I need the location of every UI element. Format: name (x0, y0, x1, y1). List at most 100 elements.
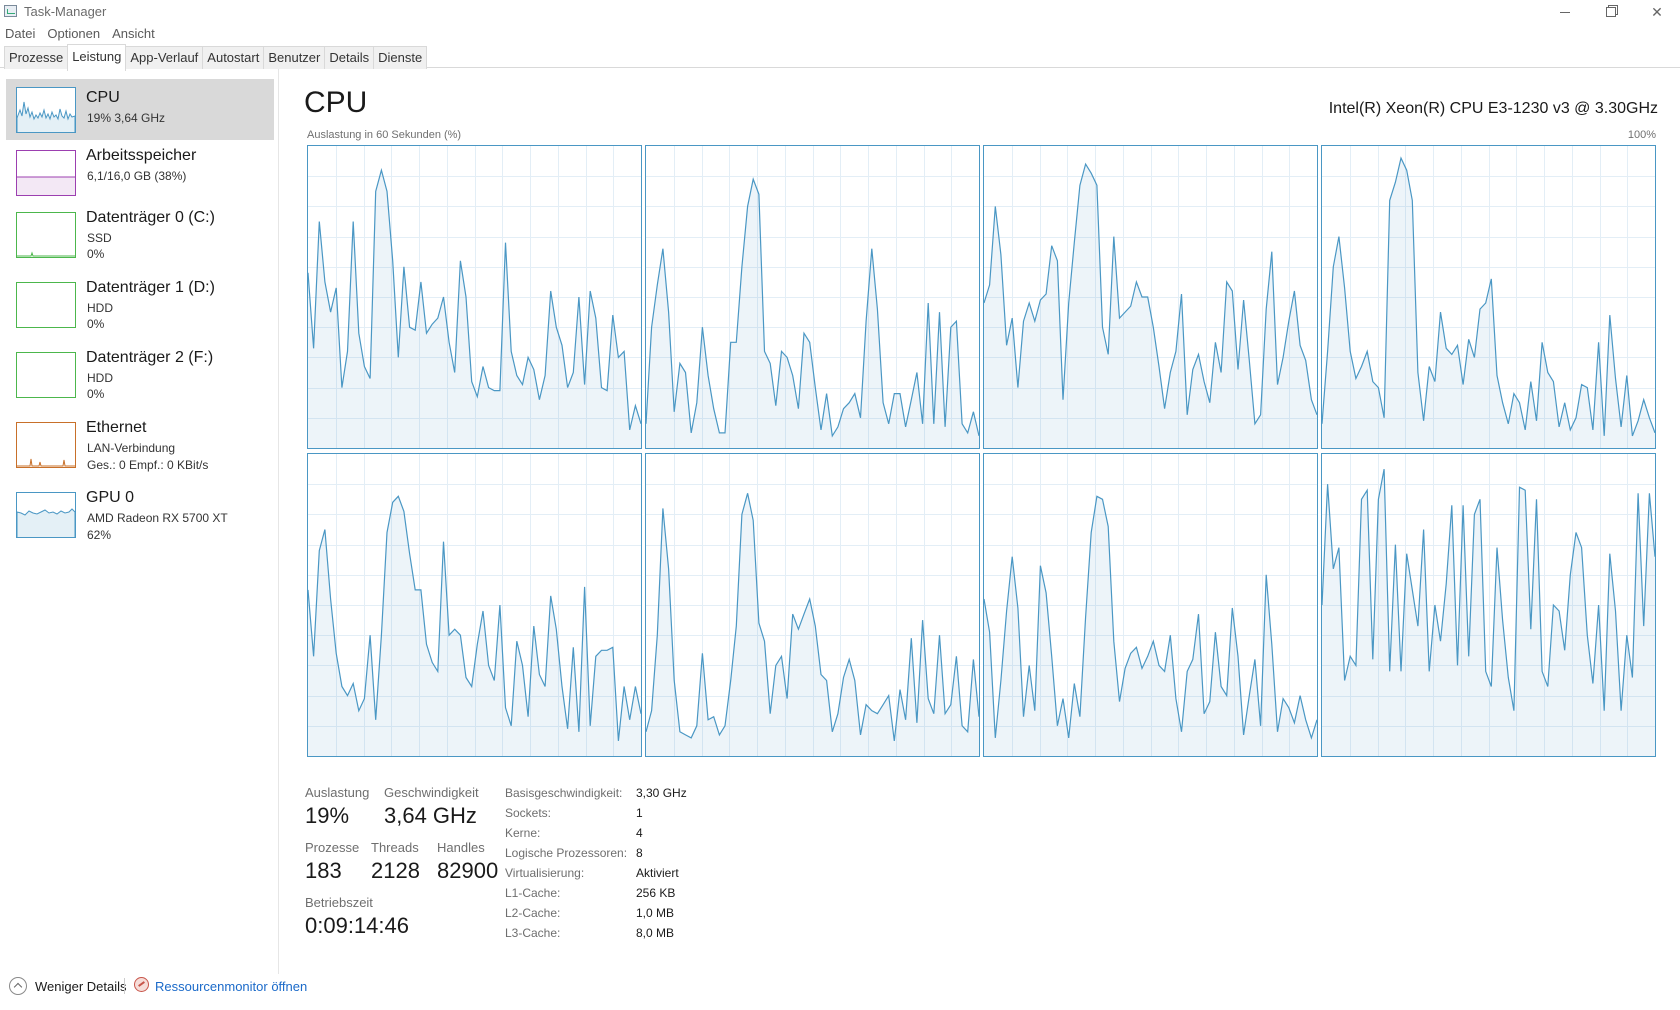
sidebar-disk-2-name: Datenträger 2 (F:) (86, 349, 214, 366)
core-graph-3 (1321, 145, 1656, 449)
sidebar-disk-1-type: HDD (87, 301, 113, 315)
core-graph-svg-1 (646, 146, 979, 448)
performance-sidebar: CPU 19% 3,64 GHz Arbeitsspeicher 6,1/16,… (0, 69, 279, 974)
core-graph-1 (645, 145, 980, 449)
core-area-3 (1322, 158, 1655, 448)
threads-label: Threads (371, 840, 419, 855)
core-graph-svg-5 (646, 454, 979, 756)
resource-monitor-link[interactable]: Ressourcenmonitor öffnen (155, 979, 307, 994)
l3-cache-value: 8,0 MB (636, 926, 675, 940)
sidebar-memory-usage: 6,1/16,0 GB (38%) (87, 169, 187, 183)
graph-max-label: 100% (1627, 129, 1656, 141)
virtualization-value: Aktiviert (636, 866, 679, 880)
sidebar-ethernet-type: LAN-Verbindung (87, 441, 176, 455)
core-graph-svg-2 (984, 146, 1317, 448)
core-graph-7 (1321, 453, 1656, 757)
core-area-6 (984, 496, 1317, 756)
base-speed-value: 3,30 GHz (636, 786, 687, 800)
menu-optionen[interactable]: Optionen (41, 24, 106, 44)
tab-app-verlauf[interactable]: App-Verlauf (125, 46, 204, 69)
sidebar-item-disk-0[interactable]: Datenträger 0 (C:) SSD 0% (6, 209, 274, 275)
core-graph-svg-7 (1322, 454, 1655, 756)
window-title: Task-Manager (24, 4, 107, 19)
graph-caption: Auslastung in 60 Sekunden (%) (307, 129, 462, 141)
utilization-value: 19% (305, 803, 350, 828)
footer-bar: Weniger Details Ressourcenmonitor öffnen (0, 974, 1680, 1010)
sidebar-disk-0-type: SSD (87, 231, 112, 245)
speed-value: 3,64 GHz (384, 803, 477, 828)
sidebar-disk-0-usage: 0% (87, 247, 105, 261)
handles-value: 82900 (437, 858, 499, 883)
sidebar-cpu-usage: 19% 3,64 GHz (87, 111, 166, 125)
chevron-up-icon[interactable] (9, 977, 27, 995)
tab-prozesse[interactable]: Prozesse (4, 46, 69, 69)
gpu-thumbnail-graph (16, 492, 76, 538)
cpu-thumbnail-graph (16, 87, 76, 133)
sidebar-gpu-model: AMD Radeon RX 5700 XT (87, 511, 228, 525)
tab-bar: Prozesse Leistung App-Verlauf Autostart … (0, 44, 1680, 71)
sidebar-item-memory[interactable]: Arbeitsspeicher 6,1/16,0 GB (38%) (6, 147, 274, 208)
handles-label: Handles (437, 840, 485, 855)
sidebar-ethernet-throughput: Ges.: 0 Empf.: 0 KBit/s (87, 458, 209, 472)
sockets-label: Sockets: (505, 806, 552, 820)
sidebar-item-cpu[interactable]: CPU 19% 3,64 GHz (6, 79, 274, 140)
l2-cache-label: L2-Cache: (505, 906, 561, 920)
sidebar-cpu-name: CPU (86, 89, 120, 106)
l1-cache-label: L1-Cache: (505, 886, 561, 900)
core-graph-6 (983, 453, 1318, 757)
restore-icon[interactable] (1588, 0, 1634, 24)
close-icon[interactable]: ✕ (1634, 0, 1680, 24)
logical-processors-label: Logische Prozessoren: (505, 846, 628, 860)
sidebar-disk-0-name: Datenträger 0 (C:) (86, 209, 215, 226)
title-bar: Task-Manager ✕ (0, 0, 1680, 24)
footer-divider (124, 978, 125, 994)
tab-leistung[interactable]: Leistung (67, 44, 127, 71)
task-manager-icon (4, 5, 17, 17)
memory-thumbnail-graph (16, 150, 76, 196)
processes-label: Prozesse (305, 840, 360, 855)
menu-ansicht[interactable]: Ansicht (106, 24, 161, 44)
resource-monitor-icon (134, 977, 149, 992)
menu-datei[interactable]: Datei (0, 24, 41, 44)
core-graph-svg-6 (984, 454, 1317, 756)
page-title: CPU (304, 86, 368, 119)
virtualization-label: Virtualisierung: (505, 866, 585, 880)
sidebar-gpu-usage: 62% (87, 528, 112, 542)
disk-1-thumbnail-graph (16, 282, 76, 328)
core-graph-svg-3 (1322, 146, 1655, 448)
disk-2-thumbnail-graph (16, 352, 76, 398)
core-graph-0 (307, 145, 642, 449)
cpu-model-name: Intel(R) Xeon(R) CPU E3-1230 v3 @ 3.30GH… (1328, 100, 1658, 117)
core-graph-svg-4 (308, 454, 641, 756)
sidebar-disk-2-type: HDD (87, 371, 113, 385)
core-graph-5 (645, 453, 980, 757)
l2-cache-value: 1,0 MB (636, 906, 675, 920)
sidebar-disk-2-usage: 0% (87, 387, 105, 401)
sidebar-item-ethernet[interactable]: Ethernet LAN-Verbindung Ges.: 0 Empf.: 0… (6, 419, 274, 485)
tab-autostart[interactable]: Autostart (202, 46, 265, 69)
l3-cache-label: L3-Cache: (505, 926, 561, 940)
sidebar-disk-1-name: Datenträger 1 (D:) (86, 279, 215, 296)
logical-processors-value: 8 (636, 846, 643, 860)
cores-label: Kerne: (505, 826, 541, 840)
tab-details[interactable]: Details (324, 46, 375, 69)
menu-bar: Datei Optionen Ansicht (0, 24, 161, 44)
tab-benutzer[interactable]: Benutzer (263, 46, 326, 69)
core-area-5 (646, 493, 979, 756)
ethernet-thumbnail-graph (16, 422, 76, 468)
processes-value: 183 (305, 858, 342, 883)
uptime-label: Betriebszeit (305, 895, 373, 910)
l1-cache-value: 256 KB (636, 886, 676, 900)
sockets-value: 1 (636, 806, 643, 820)
threads-value: 2128 (371, 858, 420, 883)
minimize-icon[interactable] (1542, 0, 1588, 24)
tab-dienste[interactable]: Dienste (373, 46, 428, 69)
sidebar-item-disk-2[interactable]: Datenträger 2 (F:) HDD 0% (6, 349, 274, 415)
fewer-details-button[interactable]: Weniger Details (35, 979, 127, 994)
core-area-7 (1322, 469, 1655, 756)
utilization-label: Auslastung (305, 785, 370, 800)
disk-0-thumbnail-graph (16, 212, 76, 258)
sidebar-item-disk-1[interactable]: Datenträger 1 (D:) HDD 0% (6, 279, 274, 345)
sidebar-item-gpu[interactable]: GPU 0 AMD Radeon RX 5700 XT 62% (6, 489, 274, 555)
cores-value: 4 (636, 826, 643, 840)
